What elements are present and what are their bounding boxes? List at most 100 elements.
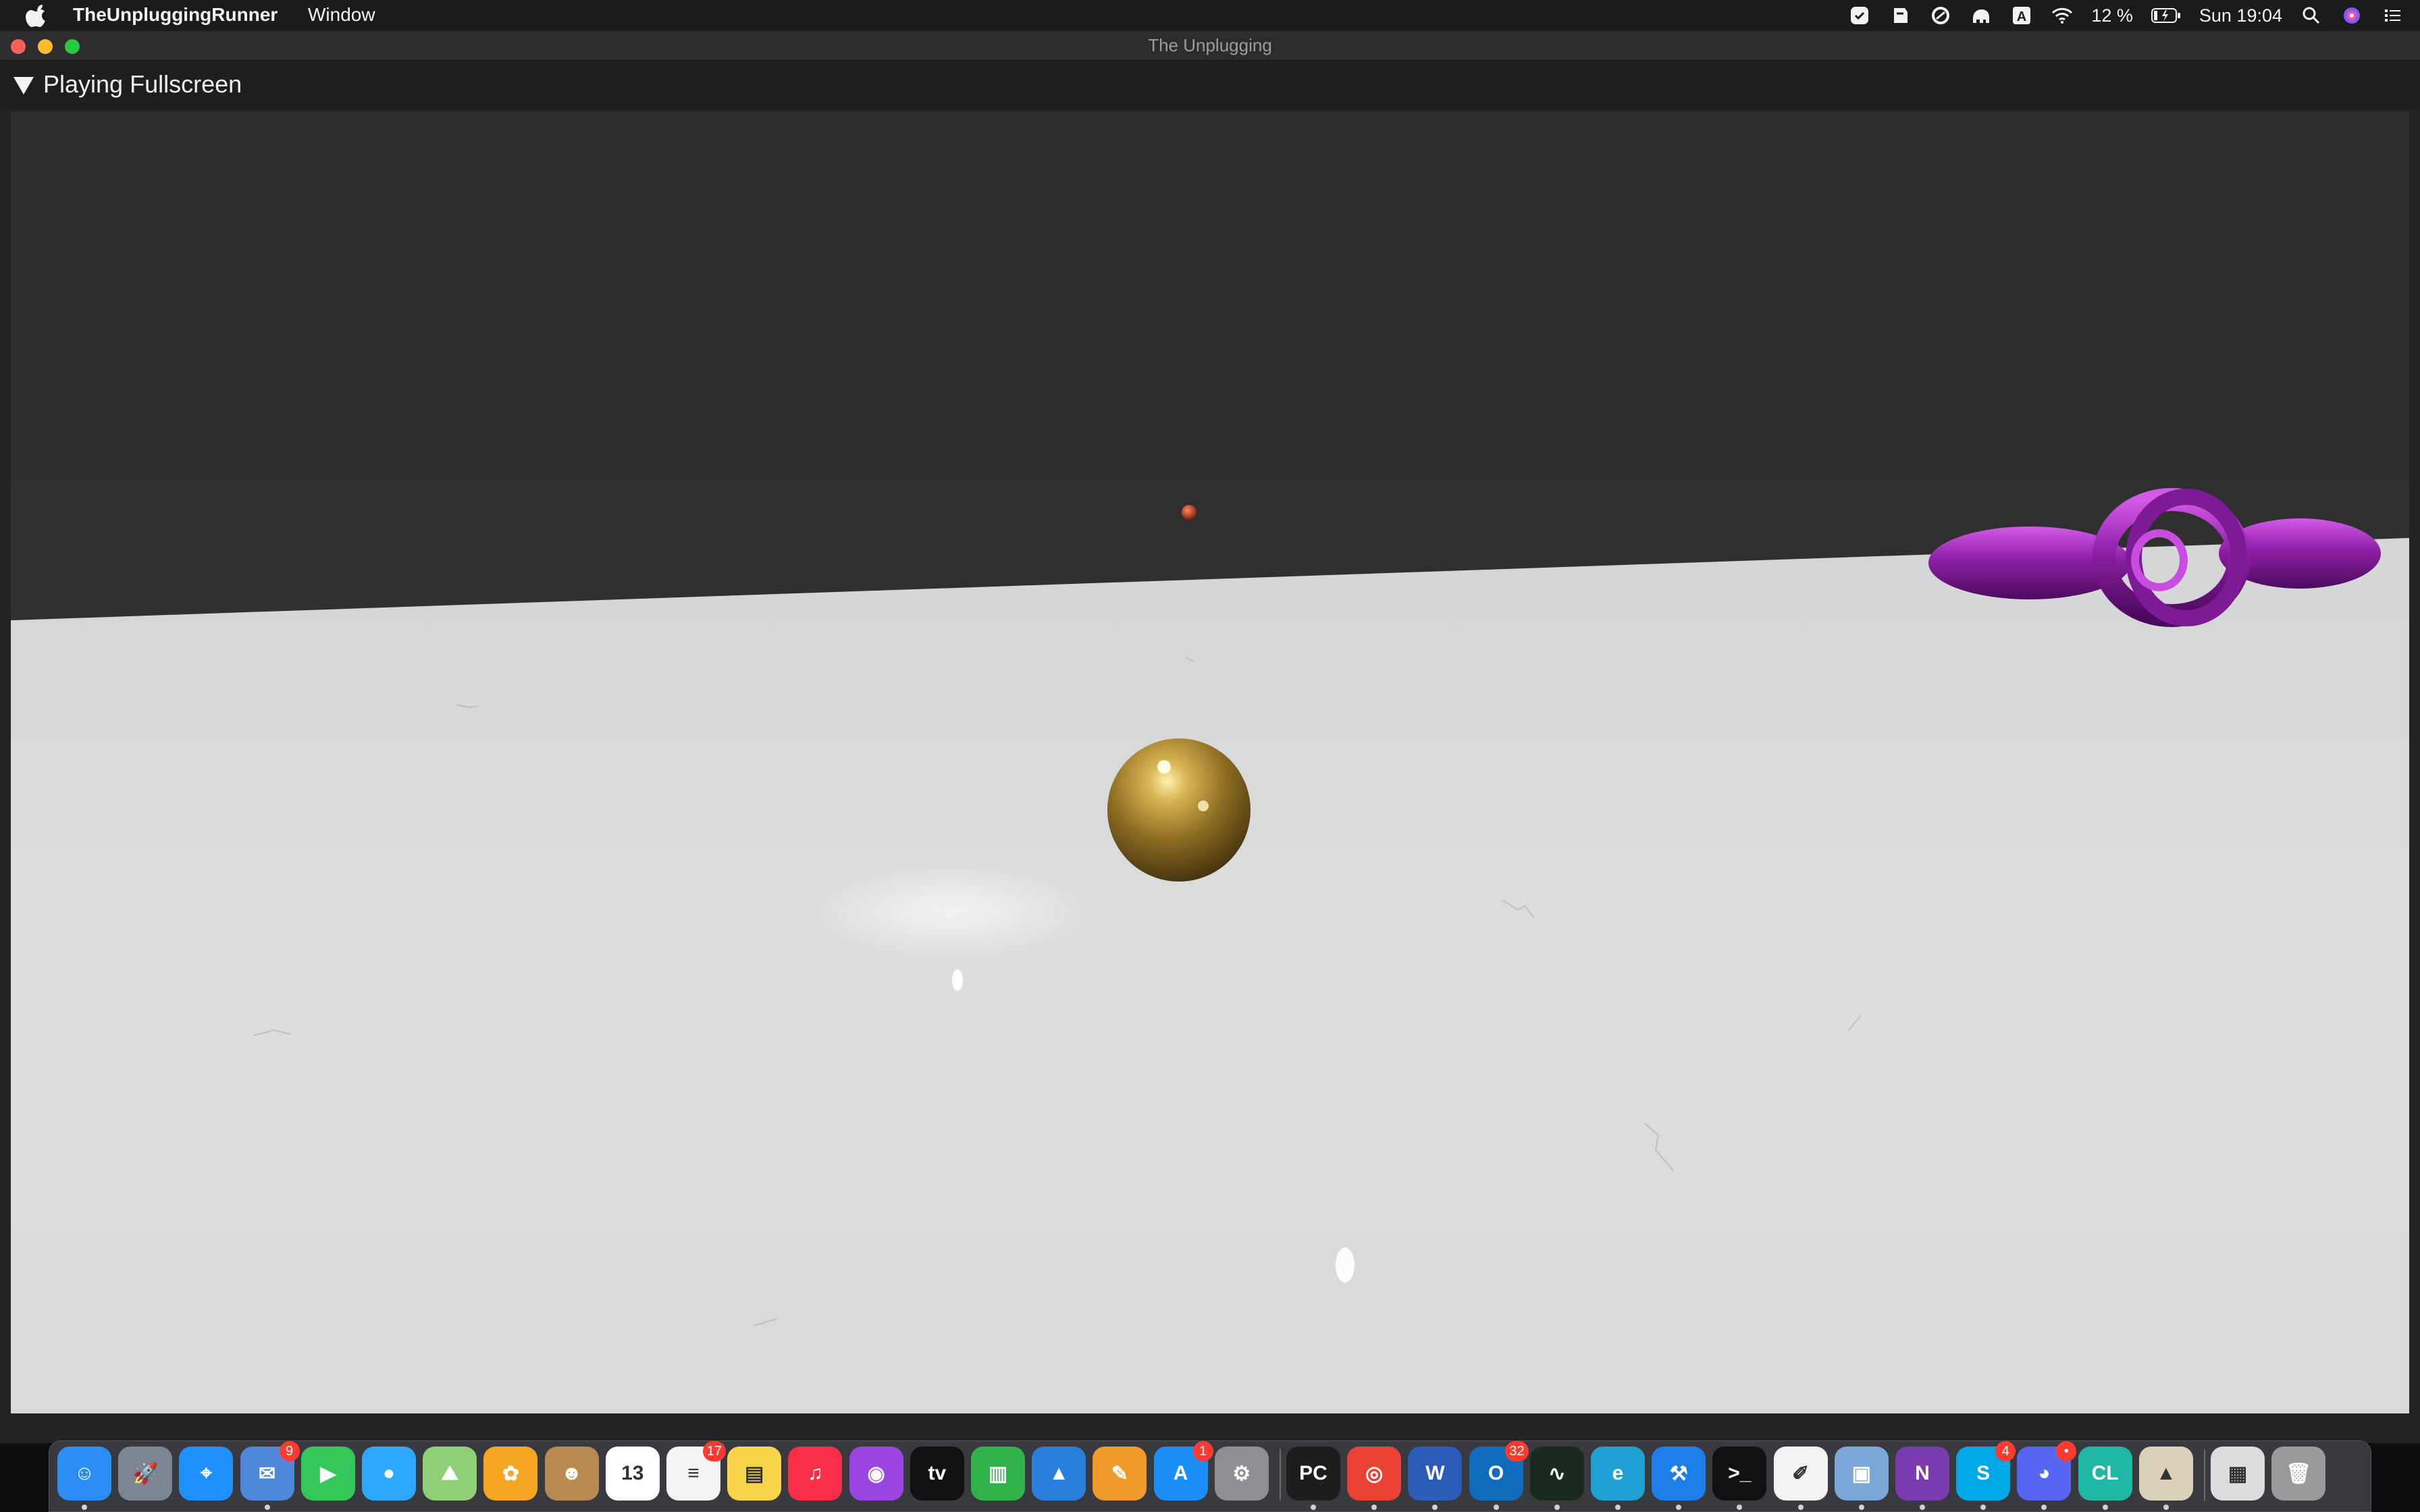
dock-trash-icon[interactable]: 🗑	[2271, 1447, 2326, 1501]
running-indicator	[1432, 1505, 1438, 1510]
dock-textedit-icon[interactable]: ✐	[1773, 1447, 1828, 1510]
dock-mail-icon[interactable]: ✉ 9	[240, 1441, 300, 1510]
spotlight-icon[interactable]	[2300, 4, 2323, 27]
dock-pycharm-icon[interactable]: PC	[1286, 1447, 1340, 1510]
running-indicator	[1797, 1505, 1804, 1510]
input-source-icon[interactable]: A	[2010, 4, 2033, 27]
dock-notes-icon[interactable]: ▤	[727, 1447, 782, 1501]
dock-edge-icon[interactable]: e	[1591, 1447, 1645, 1510]
dock-xcode-icon[interactable]: ⚒	[1652, 1447, 1706, 1510]
dock-podcasts-icon[interactable]: ◉	[849, 1447, 903, 1501]
dock-messages-icon[interactable]: ●	[362, 1447, 416, 1501]
dock-icon-glyph: N	[1915, 1462, 1930, 1484]
dock-icon-glyph: >_	[1728, 1462, 1752, 1484]
dock-chrome-icon[interactable]: ◎	[1347, 1447, 1402, 1510]
window-titlebar[interactable]: The Unplugging	[0, 31, 2420, 61]
floor-plane	[11, 538, 2409, 1413]
dock-icon-glyph: ▣	[1851, 1462, 1871, 1485]
dock-onenote-icon[interactable]: N	[1895, 1447, 1949, 1510]
floor-light-reflection	[809, 863, 1093, 958]
dock-icon-glyph: ⚒	[1669, 1462, 1688, 1485]
dock-icon-glyph: S	[1976, 1462, 1991, 1484]
dock-discord-icon[interactable]: ◕ •	[2017, 1441, 2077, 1510]
dock-pages-icon[interactable]: ✎	[1093, 1447, 1147, 1501]
dock-icon-glyph: ✉	[259, 1462, 276, 1485]
app-name-menu[interactable]: TheUnpluggingRunner	[73, 4, 278, 26]
dock-launchpad-icon[interactable]: 🚀	[118, 1447, 173, 1501]
script-icon[interactable]	[1889, 4, 1912, 27]
dock-icon-glyph: ⛰	[441, 1462, 458, 1484]
dock-icon-glyph: e	[1612, 1462, 1624, 1484]
dock-icon-glyph: O	[1488, 1462, 1504, 1484]
status-area: A 12 % Sun 19:04	[1848, 0, 2404, 31]
menubar-clock[interactable]: Sun 19:04	[2199, 5, 2282, 26]
control-center-icon[interactable]	[2381, 4, 2404, 27]
running-indicator	[1980, 1505, 1987, 1510]
dock-calendar-icon[interactable]: 13	[605, 1447, 660, 1501]
running-indicator	[1493, 1505, 1499, 1510]
dock-safari-icon[interactable]: ⌖	[179, 1447, 234, 1501]
dock-system-preferences-icon[interactable]: ⚙	[1214, 1447, 1269, 1501]
dock-icon-glyph: 🚀	[132, 1462, 158, 1485]
dock-clion-icon[interactable]: CL	[2078, 1447, 2132, 1510]
dock-icon-glyph: ☺	[74, 1462, 95, 1484]
dock-instruments-icon[interactable]: ▲	[2138, 1447, 2193, 1510]
dock-icon-glyph: ☻	[560, 1462, 583, 1484]
dropbox-icon[interactable]	[1848, 4, 1871, 27]
wifi-icon[interactable]	[2051, 4, 2074, 27]
dock-icon-glyph: ⌖	[200, 1462, 212, 1484]
dock-icon-glyph: ≡	[687, 1462, 700, 1484]
dock-photos-icon[interactable]: ✿	[483, 1447, 538, 1501]
notification-badge: 1	[1192, 1441, 1213, 1461]
dock-maps-icon[interactable]: ⛰	[423, 1447, 477, 1501]
running-indicator	[1311, 1505, 1316, 1510]
dock-icon-glyph: ♫	[808, 1462, 823, 1484]
notification-badge: 4	[1995, 1441, 2016, 1461]
battery-percent: 12 %	[2091, 5, 2133, 26]
dock-icon-glyph: ▲	[1049, 1462, 1070, 1484]
dock-documents-stack-icon[interactable]: ▦	[2211, 1447, 2265, 1501]
dock-icon-glyph: tv	[928, 1462, 947, 1484]
floor-highlight	[952, 969, 963, 991]
dock-icon-glyph: ⚙	[1232, 1462, 1251, 1485]
dock-preview-icon[interactable]: ▣	[1834, 1447, 1889, 1510]
dock-skype-icon[interactable]: S4	[1956, 1441, 2016, 1510]
notification-badge: 17	[702, 1441, 726, 1461]
dock-icon-glyph: PC	[1299, 1462, 1327, 1484]
window-menu[interactable]: Window	[308, 4, 375, 26]
battery-icon[interactable]	[2151, 4, 2182, 27]
dock-reminders-icon[interactable]: ≡ 17	[666, 1441, 726, 1501]
playing-fullscreen-label[interactable]: Playing Fullscreen	[43, 70, 242, 99]
dock-icon-glyph: ▶	[320, 1462, 336, 1485]
running-indicator	[1615, 1505, 1621, 1510]
running-indicator	[2102, 1505, 2108, 1510]
notification-badge: 32	[1505, 1441, 1529, 1461]
dock-app-store-icon[interactable]: A1	[1153, 1441, 1213, 1501]
dock-contacts-icon[interactable]: ☻	[544, 1447, 599, 1501]
dock-icon-glyph: ▲	[2155, 1462, 2176, 1484]
game-viewport[interactable]	[11, 111, 2409, 1413]
elephant-icon[interactable]	[1970, 4, 1993, 27]
running-indicator	[1371, 1505, 1377, 1510]
dock-music-icon[interactable]: ♫	[788, 1447, 843, 1501]
dock-apple-tv-icon[interactable]: tv	[910, 1447, 964, 1501]
notification-badge: 9	[279, 1441, 300, 1461]
dock-finder-icon[interactable]: ☺	[57, 1447, 111, 1510]
apple-menu-icon[interactable]	[24, 3, 49, 28]
dock-icon-glyph: ▤	[745, 1462, 764, 1485]
dock-separator	[1280, 1449, 1281, 1501]
dock-icon-glyph: 13	[621, 1462, 644, 1484]
dock-activity-monitor-icon[interactable]: ∿	[1529, 1447, 1584, 1510]
dock-keynote-icon[interactable]: ▲	[1032, 1447, 1086, 1501]
dock: ☺ 🚀 ⌖ ✉ 9 ▶ ● ⛰ ✿ ☻ 13 ≡ 17 ▤ ♫ ◉ tv ▥ ▲ ✎ A 1 ⚙ PC ◎ W O 32 ∿ e ⚒ >_ ✐ ▣…	[49, 1440, 2371, 1512]
window-title: The Unplugging	[1148, 35, 1272, 55]
dock-terminal-icon[interactable]: >_	[1712, 1447, 1767, 1510]
collapse-triangle-icon[interactable]	[12, 76, 35, 96]
dock-outlook-icon[interactable]: O 32	[1469, 1441, 1529, 1510]
dock-facetime-icon[interactable]: ▶	[300, 1447, 355, 1501]
dock-numbers-icon[interactable]: ▥	[971, 1447, 1025, 1501]
sync-icon[interactable]	[1929, 4, 1952, 27]
running-indicator	[2041, 1505, 2047, 1510]
siri-icon[interactable]	[2340, 4, 2363, 27]
dock-word-icon[interactable]: W	[1408, 1447, 1463, 1510]
